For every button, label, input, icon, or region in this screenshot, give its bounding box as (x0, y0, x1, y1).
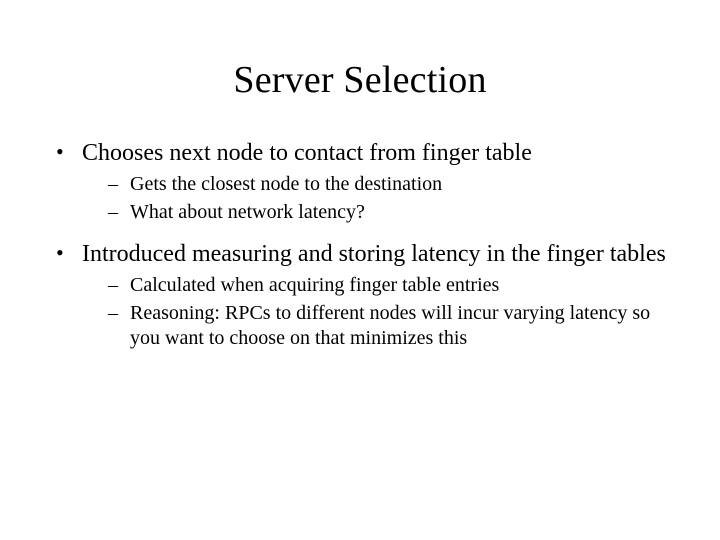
sub-bullet-list: Gets the closest node to the destination… (82, 172, 670, 225)
list-item: Calculated when acquiring finger table e… (108, 273, 670, 299)
sub-bullet-text: Reasoning: RPCs to different nodes will … (130, 302, 650, 350)
list-item: Gets the closest node to the destination (108, 172, 670, 198)
sub-bullet-text: Gets the closest node to the destination (130, 173, 442, 195)
slide: Server Selection Chooses next node to co… (0, 0, 720, 540)
slide-title: Server Selection (0, 0, 720, 102)
list-item: Reasoning: RPCs to different nodes will … (108, 301, 670, 352)
list-item: What about network latency? (108, 200, 670, 226)
sub-bullet-list: Calculated when acquiring finger table e… (82, 273, 670, 352)
list-item: Introduced measuring and storing latency… (50, 239, 670, 352)
sub-bullet-text: What about network latency? (130, 201, 365, 223)
bullet-text: Introduced measuring and storing latency… (82, 241, 666, 267)
list-item: Chooses next node to contact from finger… (50, 138, 670, 225)
slide-content: Chooses next node to contact from finger… (0, 102, 720, 352)
bullet-text: Chooses next node to contact from finger… (82, 140, 532, 166)
sub-bullet-text: Calculated when acquiring finger table e… (130, 274, 499, 296)
bullet-list: Chooses next node to contact from finger… (50, 138, 670, 352)
